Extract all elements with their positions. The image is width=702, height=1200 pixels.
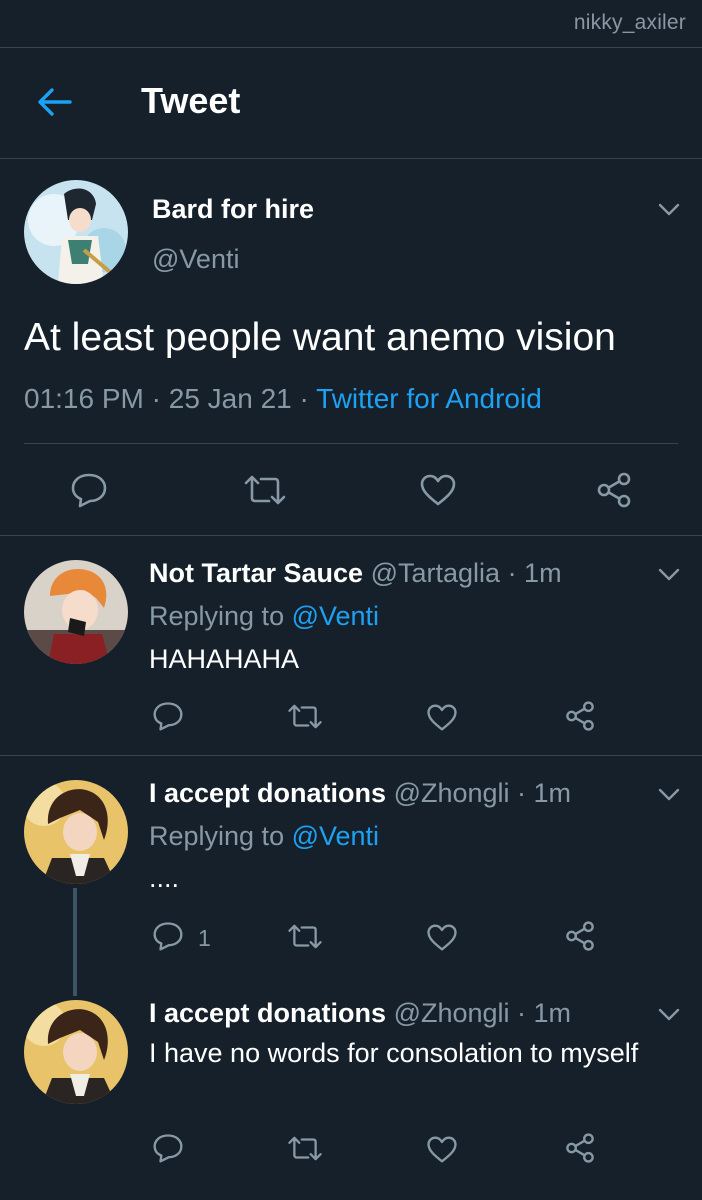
reply-author-handle[interactable]: @Zhongli — [394, 778, 510, 808]
reply-icon[interactable] — [152, 921, 184, 951]
reply-text: HAHAHAHA — [149, 644, 300, 674]
avatar[interactable] — [24, 780, 128, 884]
reply-author-handle[interactable]: @Tartaglia — [371, 558, 500, 588]
reply-author-name[interactable]: Not Tartar Sauce — [149, 558, 363, 588]
meta-separator: · — [143, 383, 169, 414]
divider — [0, 158, 702, 159]
retweet-icon[interactable] — [243, 474, 287, 506]
replying-to-link[interactable]: @Venti — [292, 821, 379, 851]
tweet-source-link[interactable]: Twitter for Android — [316, 383, 542, 414]
avatar[interactable] — [24, 180, 128, 284]
like-icon[interactable] — [419, 473, 457, 507]
chevron-down-icon[interactable] — [656, 1001, 682, 1027]
reply-header: I accept donations @Zhongli · 1m — [149, 998, 571, 1029]
page-title: Tweet — [141, 80, 241, 121]
watermark: nikky_axiler — [573, 11, 686, 34]
replying-to: Replying to @Venti — [149, 601, 379, 632]
replying-to-label: Replying to — [149, 601, 292, 631]
divider — [0, 535, 702, 536]
retweet-icon[interactable] — [287, 703, 323, 730]
like-icon[interactable] — [426, 1135, 458, 1164]
reply-icon[interactable] — [152, 701, 184, 731]
chevron-down-icon[interactable] — [656, 561, 682, 587]
share-icon[interactable] — [564, 920, 596, 952]
divider — [0, 755, 702, 756]
reply-header: I accept donations @Zhongli · 1m — [149, 778, 571, 809]
top-bar: Tweet — [0, 48, 702, 158]
meta-separator: · — [291, 383, 317, 414]
reply-time: · 1m — [507, 558, 562, 588]
reply-author-name[interactable]: I accept donations — [149, 778, 386, 808]
reply-author-handle[interactable]: @Zhongli — [394, 998, 510, 1028]
reply-author-name[interactable]: I accept donations — [149, 998, 386, 1028]
replying-to-link[interactable]: @Venti — [292, 601, 379, 631]
share-icon[interactable] — [564, 1132, 596, 1164]
share-icon[interactable] — [564, 700, 596, 732]
reply-text: .... — [149, 863, 180, 893]
replying-to: Replying to @Venti — [149, 821, 379, 852]
like-icon[interactable] — [426, 923, 458, 952]
author-handle[interactable]: @Venti — [152, 244, 239, 275]
arrow-left-icon[interactable] — [34, 82, 74, 122]
chevron-down-icon[interactable] — [656, 196, 682, 222]
reply-time: · 1m — [517, 778, 572, 808]
tweet-meta: 01:16 PM · 25 Jan 21 · Twitter for Andro… — [24, 383, 542, 415]
reply-text: I have no words for consolation to mysel… — [149, 1038, 639, 1068]
tweet-text: At least people want anemo vision — [24, 316, 616, 359]
chevron-down-icon[interactable] — [656, 781, 682, 807]
reply-icon[interactable] — [152, 1133, 184, 1163]
like-icon[interactable] — [426, 703, 458, 732]
tweet-date: 25 Jan 21 — [168, 383, 292, 414]
thread-line — [73, 888, 77, 996]
reply-count: 1 — [198, 925, 211, 951]
avatar[interactable] — [24, 560, 128, 664]
retweet-icon[interactable] — [287, 923, 323, 950]
avatar[interactable] — [24, 1000, 128, 1104]
retweet-icon[interactable] — [287, 1135, 323, 1162]
reply-icon[interactable] — [70, 472, 108, 508]
replying-to-label: Replying to — [149, 821, 292, 851]
reply-header: Not Tartar Sauce @Tartaglia · 1m — [149, 558, 562, 589]
share-icon[interactable] — [595, 471, 633, 509]
tweet-time: 01:16 PM — [24, 383, 144, 414]
author-name[interactable]: Bard for hire — [152, 194, 314, 225]
divider — [24, 443, 678, 444]
reply-time: · 1m — [517, 998, 572, 1028]
